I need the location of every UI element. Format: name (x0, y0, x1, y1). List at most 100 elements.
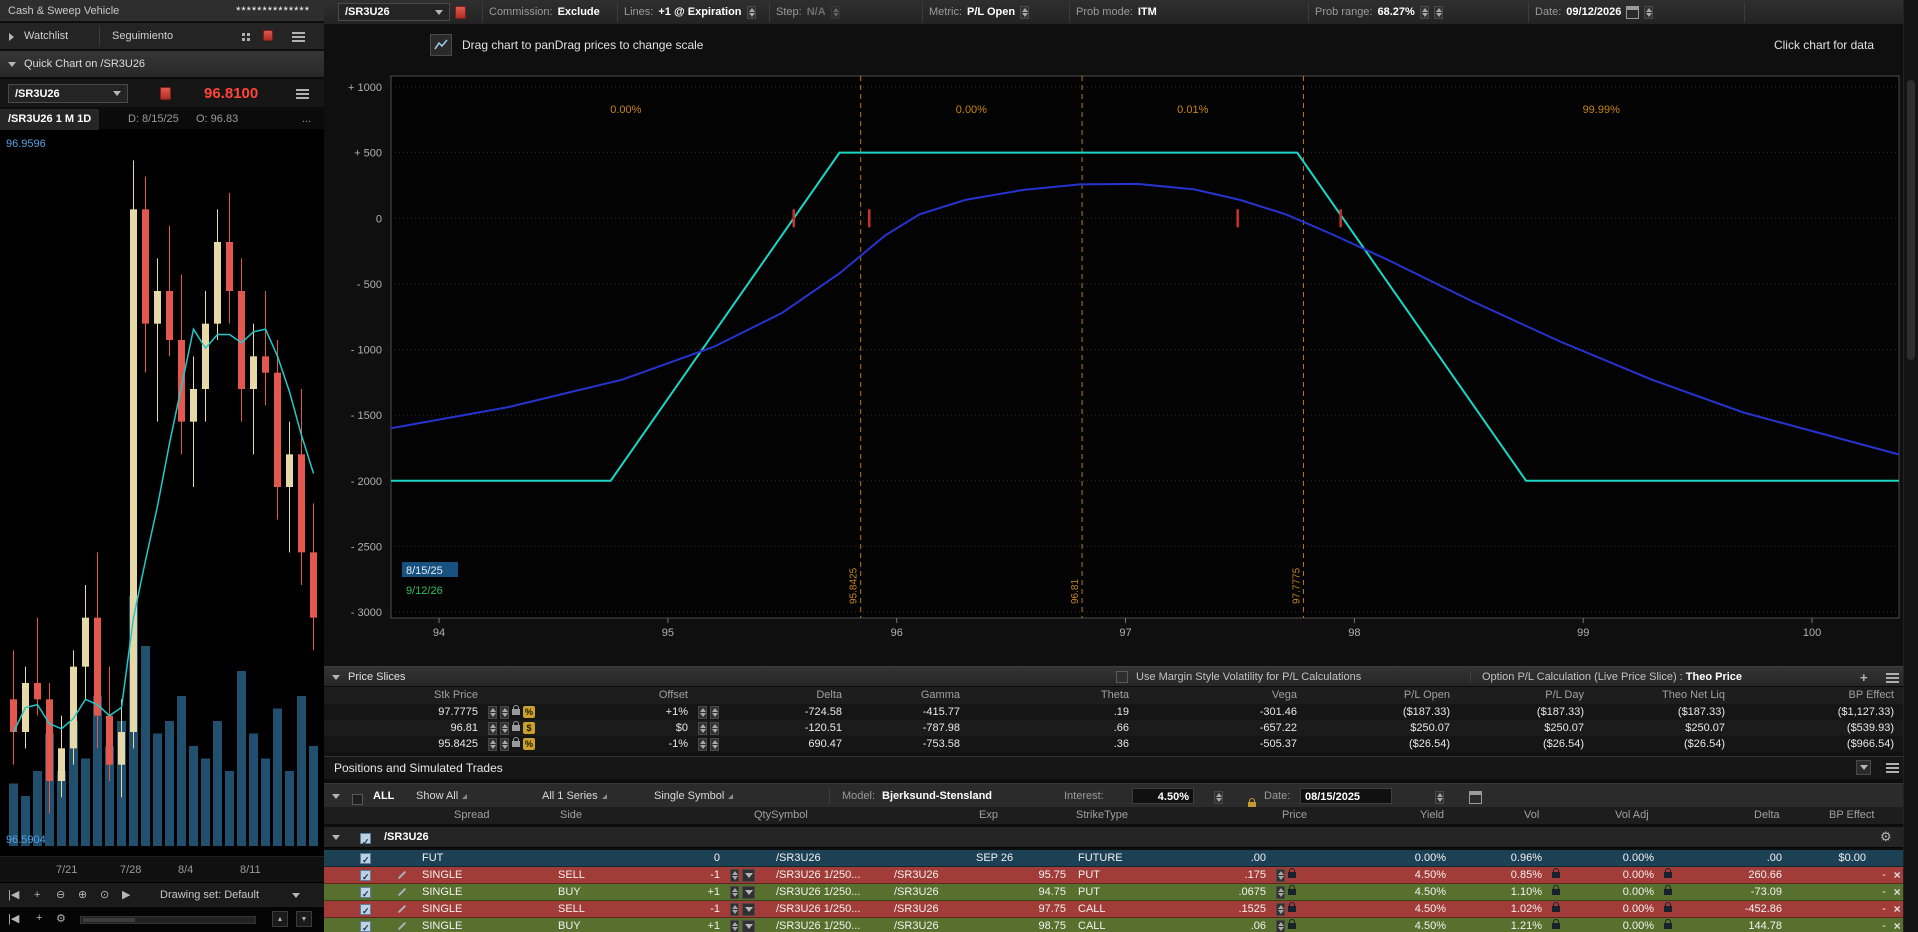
risk-profile-chart[interactable]: + 1000+ 5000- 500- 1000- 1500- 2000- 250… (324, 66, 1918, 666)
dropdown-icon[interactable] (742, 886, 755, 899)
stepper-icon[interactable] (1644, 6, 1653, 19)
stepper-icon[interactable] (1276, 903, 1285, 916)
crosshair-icon[interactable]: + (34, 883, 40, 907)
lock-icon[interactable] (1664, 906, 1672, 912)
edit-icon[interactable] (398, 871, 406, 879)
stepper-icon[interactable] (1276, 869, 1285, 882)
unit-badge[interactable]: $ (523, 722, 535, 734)
collapse-caret-icon[interactable] (332, 794, 340, 799)
commission-setting[interactable]: Commission: Exclude (489, 0, 600, 24)
price-slice-row[interactable]: 96.81$$0-120.51-787.98.66-657.22$250.07$… (324, 720, 1918, 736)
chevron-down-icon[interactable] (292, 893, 300, 898)
stepper-icon[interactable] (698, 722, 707, 735)
model-dropdown[interactable]: Bjerksund-Stensland (882, 784, 992, 809)
scroll-down-button[interactable]: ▼ (296, 911, 312, 927)
menu-icon[interactable] (292, 32, 305, 42)
position-row[interactable]: SINGLEBUY+1/SR3U26 1/250.../SR3U2694.75P… (324, 884, 1918, 901)
symbol-mode-dropdown[interactable]: Single Symbol (654, 784, 733, 808)
lock-icon[interactable] (512, 709, 520, 715)
lock-icon[interactable] (1288, 872, 1296, 878)
target-icon[interactable]: ⊙ (100, 883, 109, 907)
tab-seguimiento[interactable]: Seguimiento (112, 23, 173, 50)
quick-chart-header[interactable]: Quick Chart on /SR3U26 (0, 51, 324, 78)
checkbox[interactable] (360, 887, 371, 898)
lock-icon[interactable] (1664, 889, 1672, 895)
horizontal-scrollbar[interactable] (80, 916, 256, 924)
gear-icon[interactable]: ⚙ (1880, 827, 1892, 847)
calendar-icon[interactable] (1469, 791, 1482, 804)
edit-icon[interactable] (398, 905, 406, 913)
link-badge-icon[interactable] (160, 87, 171, 100)
calendar-icon[interactable] (1626, 6, 1639, 19)
stepper-icon[interactable] (730, 903, 739, 916)
chart-more-ellipsis[interactable]: ... (302, 109, 311, 130)
collapse-caret-icon[interactable] (332, 675, 340, 680)
zoom-in-icon[interactable]: ⊕ (78, 883, 87, 907)
stepper-icon[interactable] (730, 869, 739, 882)
group-checkbox[interactable] (360, 833, 371, 844)
prob-mode-setting[interactable]: Prob mode: ITM (1076, 0, 1157, 24)
lock-icon[interactable] (1552, 889, 1560, 895)
crosshair-icon[interactable]: + (36, 912, 42, 924)
margin-volatility-checkbox[interactable] (1116, 671, 1128, 683)
menu-icon[interactable] (296, 89, 309, 99)
mini-candle-chart[interactable] (0, 130, 324, 856)
scrollbar-handle[interactable] (1907, 80, 1915, 360)
lock-icon[interactable] (1288, 906, 1296, 912)
dropdown-icon[interactable] (742, 920, 755, 932)
stepper-icon[interactable] (500, 706, 509, 719)
stepper-icon[interactable] (1276, 920, 1285, 932)
symbol-combo[interactable]: /SR3U26 (338, 3, 450, 21)
collapse-caret-icon[interactable] (332, 835, 340, 840)
lock-icon[interactable] (512, 741, 520, 747)
zoom-out-icon[interactable]: ⊖ (56, 883, 65, 907)
show-all-dropdown[interactable]: Show All (416, 784, 467, 808)
lines-setting[interactable]: Lines: +1 @ Expiration (624, 0, 756, 24)
gear-icon[interactable]: ⚙ (56, 912, 66, 925)
dropdown-icon[interactable] (742, 869, 755, 882)
position-row[interactable]: SINGLESELL-1/SR3U26 1/250.../SR3U2697.75… (324, 901, 1918, 918)
drawing-set-label[interactable]: Drawing set: Default (160, 883, 259, 907)
unit-badge[interactable]: % (523, 706, 535, 718)
stepper-icon[interactable] (698, 706, 707, 719)
link-badge-icon[interactable] (263, 30, 273, 41)
symbol-combo[interactable]: /SR3U26 (8, 84, 128, 103)
stepper-icon[interactable] (710, 722, 719, 735)
stepper-icon[interactable] (1214, 791, 1223, 804)
lock-icon[interactable] (1288, 923, 1296, 929)
price-slice-row[interactable]: 97.7775%+1%-724.58-415.77.19-301.46($187… (324, 704, 1918, 720)
price-slice-row[interactable]: 95.8425%-1%690.47-753.58.36-505.37($26.5… (324, 736, 1918, 752)
cursor-icon[interactable]: ▶ (122, 883, 130, 907)
positions-date-input[interactable]: 08/15/2025 (1300, 788, 1392, 804)
prob-range-setting[interactable]: Prob range: 68.27% (1315, 0, 1443, 24)
margin-volatility-label[interactable]: Use Margin Style Volatility for P/L Calc… (1136, 667, 1361, 688)
pan-left-icon[interactable]: |◀ (8, 883, 19, 907)
lock-icon[interactable] (1288, 889, 1296, 895)
add-slice-button[interactable]: + (1860, 667, 1868, 688)
stepper-icon[interactable] (500, 738, 509, 751)
lock-icon[interactable] (1552, 872, 1560, 878)
pan-left-icon[interactable]: |◀ (8, 912, 19, 925)
lock-icon[interactable] (512, 725, 520, 731)
checkbox[interactable] (360, 904, 371, 915)
vertical-scrollbar[interactable] (1903, 0, 1918, 932)
stepper-icon[interactable] (1434, 6, 1443, 19)
chart-symbol-tab[interactable]: /SR3U26 1 M 1D (0, 109, 99, 130)
scrollbar-handle[interactable] (83, 918, 135, 922)
unit-badge[interactable]: % (523, 738, 535, 750)
position-row[interactable]: FUT0/SR3U26SEP 26FUTURE.000.00%0.96%0.00… (324, 850, 1918, 867)
stepper-icon[interactable] (747, 6, 756, 19)
remove-icon[interactable]: × (1894, 884, 1901, 900)
stepper-icon[interactable] (710, 706, 719, 719)
tab-watchlist[interactable]: Watchlist (24, 23, 68, 50)
remove-icon[interactable]: × (1894, 901, 1901, 917)
remove-icon[interactable]: × (1894, 867, 1901, 883)
grid-view-icon[interactable] (242, 33, 245, 36)
collapse-panel-button[interactable] (1856, 760, 1871, 775)
checkbox[interactable] (360, 853, 371, 864)
expand-caret-icon[interactable] (9, 33, 14, 41)
lock-icon[interactable] (1664, 923, 1672, 929)
collapse-caret-icon[interactable] (8, 62, 16, 67)
position-row[interactable]: SINGLEBUY+1/SR3U26 1/250.../SR3U2698.75C… (324, 918, 1918, 932)
menu-icon[interactable] (1886, 763, 1899, 773)
